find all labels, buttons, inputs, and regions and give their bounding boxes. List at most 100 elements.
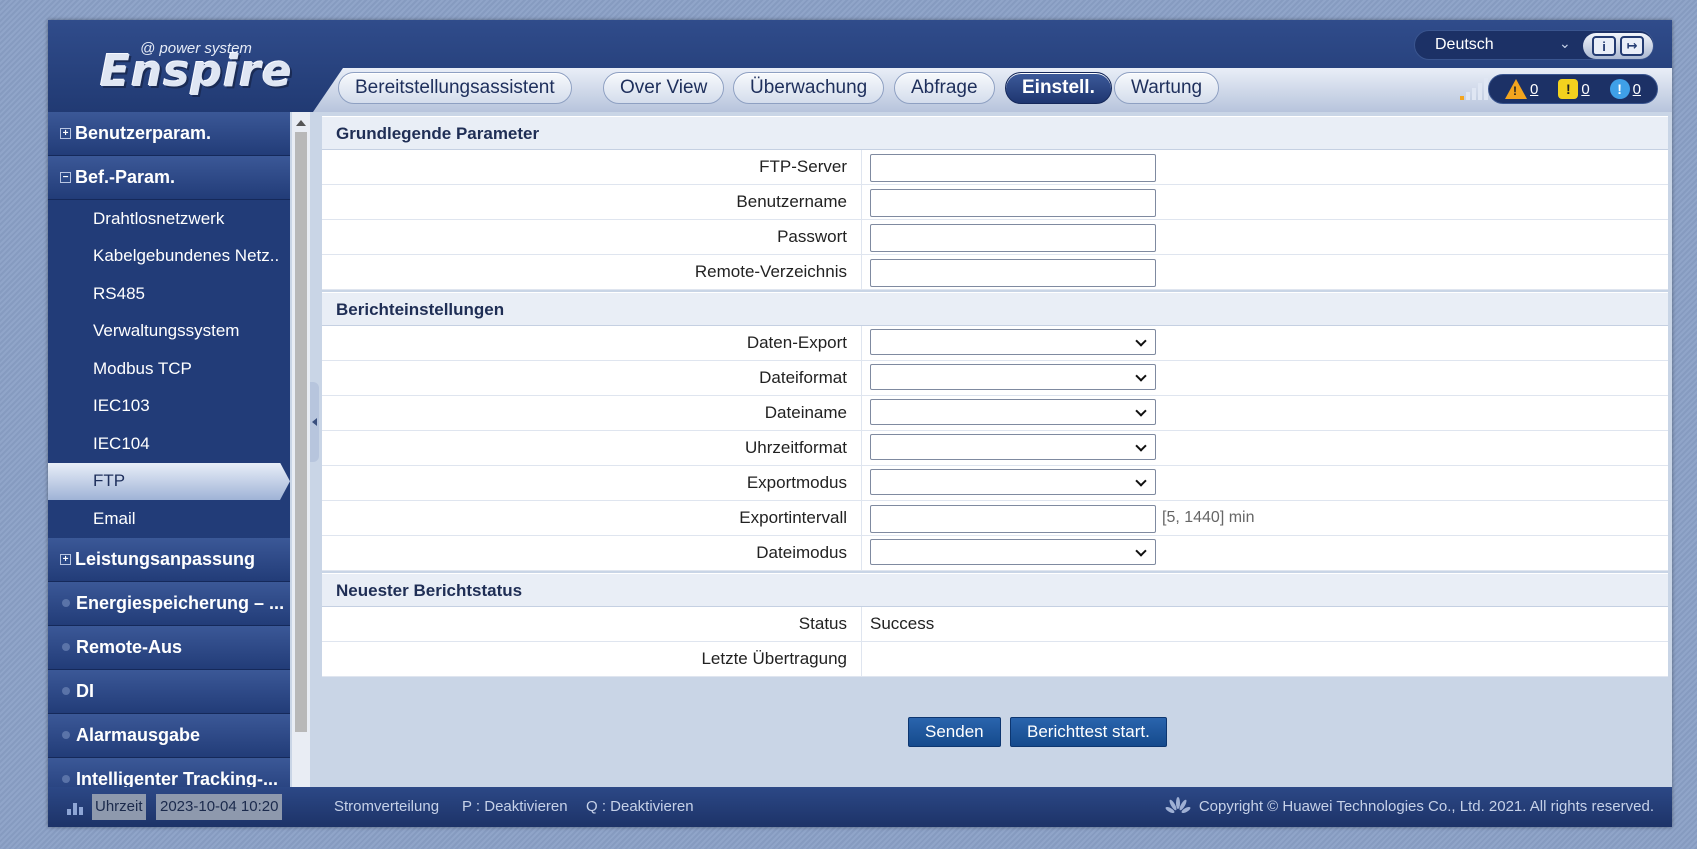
sidebar-item-email[interactable]: Email [48,500,290,538]
section-title-status: Neuester Berichtstatus [322,573,1668,607]
sidebar-group-label: Remote-Aus [76,636,183,657]
expand-icon: + [60,553,71,565]
sidebar-scrollbar[interactable] [292,112,310,807]
header: @ power system Enspire Deutsch ⌄ i ↦ Ber… [48,20,1672,112]
sidebar-item-ftp[interactable]: FTP [48,462,290,500]
form-row-exportintervall: Exportintervall [5, 1440] min [322,501,1668,536]
scroll-up-icon[interactable] [296,120,306,126]
app-window: @ power system Enspire Deutsch ⌄ i ↦ Ber… [48,20,1672,827]
language-area: Deutsch ⌄ i ↦ [1414,30,1654,60]
warning-alarm[interactable]: ! 0 [1609,79,1641,99]
field-label: Dateiname [322,396,862,430]
form-row-remote-verzeichnis: Remote-Verzeichnis [322,255,1668,290]
export-mode-select[interactable] [870,469,1156,495]
form-row-benutzername: Benutzername [322,185,1668,220]
q-status: Q : Deaktivieren [586,798,694,815]
data-export-select[interactable] [870,329,1156,355]
form-row-passwort: Passwort [322,220,1668,255]
time-format-select[interactable] [870,434,1156,460]
p-status: P : Deaktivieren [462,798,568,815]
alarm-summary: ! 0 ! 0 ! 0 [1488,74,1658,104]
huawei-logo-icon [1165,797,1191,814]
sidebar-group-label: Leistungsanpassung [75,548,256,569]
file-name-select[interactable] [870,399,1156,425]
info-icon: i [1602,38,1606,54]
sidebar-item-verwaltungssystem[interactable]: Verwaltungssystem [48,313,290,351]
field-label: Benutzername [322,185,862,219]
major-alarm[interactable]: ! 0 [1504,79,1539,99]
section-title-basic: Grundlegende Parameter [322,116,1668,150]
signal-strength-icon [1460,78,1488,100]
send-button[interactable]: Senden [908,717,1001,747]
scroll-thumb[interactable] [295,132,307,732]
username-input[interactable] [870,188,1156,217]
collapse-icon: − [60,172,71,183]
power-distribution-label: Stromverteilung [334,798,440,815]
sidebar-group-benutzerparam[interactable]: + Benutzerparam. [48,112,290,156]
field-label: Status [322,607,862,641]
file-mode-select[interactable] [870,539,1156,565]
sidebar-group-bef-param[interactable]: − Bef.-Param. [48,156,290,200]
form-row-letzte-uebertragung: Letzte Übertragung [322,642,1668,677]
field-label: FTP-Server [322,150,862,184]
tab-abfrage[interactable]: Abfrage [894,72,995,104]
logo-title: Enspire [100,46,293,97]
time-value: 2023-10-04 10:20 [156,794,283,820]
sidebar-group-label: Energiespeicherung – ... [76,592,285,613]
export-interval-range: [5, 1440] min [1162,509,1255,526]
sidebar-item-iec103[interactable]: IEC103 [48,388,290,426]
field-label: Dateimodus [322,536,862,570]
remote-directory-input[interactable] [870,258,1156,287]
report-test-button[interactable]: Berichttest start. [1010,717,1167,747]
sidebar-group-energiespeicherung[interactable]: Energiespeicherung – ... [48,581,290,626]
sidebar-item-iec104[interactable]: IEC104 [48,425,290,463]
minor-alarm[interactable]: ! 0 [1558,79,1590,99]
sidebar-group-label: Bef.-Param. [75,167,176,187]
copyright-text: Copyright © Huawei Technologies Co., Ltd… [1198,798,1654,815]
bullet-icon [62,599,70,607]
copyright: Copyright © Huawei Technologies Co., Ltd… [1165,787,1654,827]
tab-ueberwachung[interactable]: Überwachung [733,72,885,104]
bar-chart-icon [67,803,83,815]
tab-einstell[interactable]: Einstell. [1005,72,1112,104]
form-row-status: Status Success [322,607,1668,642]
sidebar-item-rs485[interactable]: RS485 [48,275,290,313]
exclamation-square-icon: ! [1558,79,1579,99]
ftp-server-input[interactable] [870,153,1156,182]
sidebar-item-modbus-tcp[interactable]: Modbus TCP [48,350,290,388]
logout-icon: ↦ [1626,38,1638,53]
export-interval-input[interactable] [870,504,1156,533]
sidebar-item-drahtlosnetzwerk[interactable]: Drahtlosnetzwerk [48,200,290,238]
field-label: Exportintervall [322,501,862,535]
tab-over-view[interactable]: Over View [603,72,725,104]
language-select[interactable]: Deutsch [1425,33,1575,57]
enspire-logo: @ power system Enspire [100,36,292,97]
file-format-select[interactable] [870,364,1156,390]
collapse-sidebar-button[interactable] [310,382,319,462]
section-title-report: Berichteinstellungen [322,292,1668,326]
form-row-dateiformat: Dateiformat [322,361,1668,396]
field-label: Dateiformat [322,361,862,395]
field-label: Exportmodus [322,466,862,500]
sidebar-group-remote-aus[interactable]: Remote-Aus [48,625,290,670]
password-input[interactable] [870,223,1156,252]
sidebar-group-leistungsanpassung[interactable]: + Leistungsanpassung [48,537,290,582]
logout-button[interactable]: ↦ [1620,36,1644,56]
field-label: Remote-Verzeichnis [322,255,862,289]
sidebar-group-alarmausgabe[interactable]: Alarmausgabe [48,713,290,758]
status-value: Success [870,614,935,633]
form-row-ftp-server: FTP-Server [322,150,1668,185]
status-area: ! 0 ! 0 ! 0 [1460,72,1672,108]
bullet-icon [62,643,70,651]
field-label: Passwort [322,220,862,254]
form-row-daten-export: Daten-Export [322,326,1668,361]
info-button[interactable]: i [1592,36,1616,56]
bullet-icon [62,687,70,695]
sidebar-group-label: Alarmausgabe [76,724,201,745]
tab-bereitstellungsassistent[interactable]: Bereitstellungsassistent [338,72,572,104]
tab-wartung[interactable]: Wartung [1114,72,1220,104]
sidebar-group-di[interactable]: DI [48,669,290,714]
major-alarm-count: 0 [1529,80,1539,98]
sidebar-item-kabelgebundenes-netz[interactable]: Kabelgebundenes Netz.. [48,238,290,276]
minor-alarm-count: 0 [1581,80,1590,98]
